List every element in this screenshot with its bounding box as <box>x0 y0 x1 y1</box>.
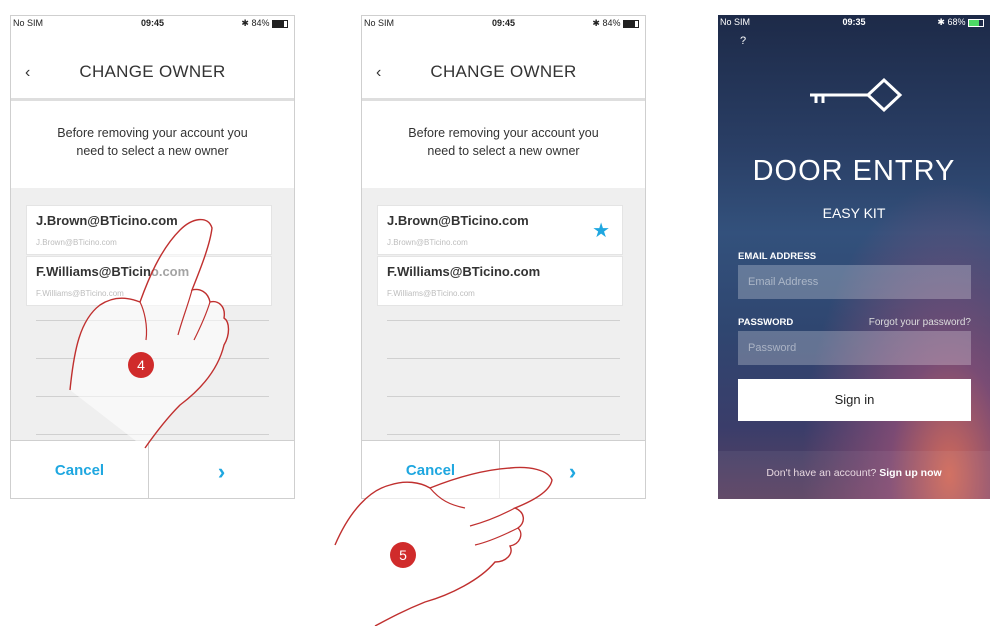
step-badge: 4 <box>128 352 154 378</box>
bluetooth-icon: ✱ <box>937 17 945 27</box>
instruction-message: Before removing your account you need to … <box>408 126 599 158</box>
page-title: CHANGE OWNER <box>430 62 577 81</box>
battery-icon <box>272 19 288 28</box>
empty-row-line <box>387 434 620 435</box>
account-email: J.Brown@BTicino.com <box>387 213 529 228</box>
password-label: PASSWORD <box>738 317 794 328</box>
status-bar: No SIM 09:45 ✱ 84% <box>11 16 294 30</box>
empty-row-line <box>387 320 620 321</box>
status-bar: No SIM 09:35 ✱ 68% <box>718 15 990 29</box>
battery-status: ✱ 84% <box>241 18 288 29</box>
account-email: F.Williams@BTicino.com <box>387 264 541 279</box>
header-divider <box>362 98 645 101</box>
help-button[interactable]: ? <box>740 35 746 47</box>
instruction-message: Before removing your account you need to … <box>57 126 248 158</box>
footer-text: Don't have an account? <box>766 467 877 479</box>
step-badge: 5 <box>390 542 416 568</box>
hand-tap-icon <box>334 466 553 626</box>
hand-tap-icon <box>69 218 230 449</box>
bluetooth-icon: ✱ <box>241 18 249 28</box>
app-title: DOOR ENTRY <box>752 155 956 187</box>
email-field[interactable] <box>738 265 971 299</box>
battery-status: ✱ 84% <box>592 18 639 29</box>
account-list: J.Brown@BTicino.com J.Brown@BTicino.com … <box>362 188 645 440</box>
battery-status: ✱ 68% <box>937 17 984 28</box>
password-field[interactable] <box>738 331 971 365</box>
account-subtitle: J.Brown@BTicino.com <box>387 238 468 247</box>
empty-row-line <box>387 358 620 359</box>
account-subtitle: F.Williams@BTicino.com <box>387 289 475 298</box>
phone-screen-step-5: No SIM 09:45 ✱ 84% ‹ CHANGE OWNER Before… <box>361 15 646 499</box>
page-title: CHANGE OWNER <box>79 62 226 81</box>
bluetooth-icon: ✱ <box>592 18 600 28</box>
empty-row-line <box>387 396 620 397</box>
app-subtitle: EASY KIT <box>822 205 886 221</box>
account-item-williams[interactable]: F.Williams@BTicino.com F.Williams@BTicin… <box>377 256 623 306</box>
sign-up-link[interactable]: Sign up now <box>879 467 941 479</box>
login-screen: No SIM 09:35 ✱ 68% ? DOOR ENTRY EASY KIT… <box>718 15 990 499</box>
battery-icon <box>968 18 984 27</box>
forgot-password-link[interactable]: Forgot your password? <box>869 317 971 328</box>
battery-icon <box>623 19 639 28</box>
sign-in-button[interactable]: Sign in <box>738 379 971 421</box>
header: ‹ CHANGE OWNER <box>11 46 294 98</box>
email-label: EMAIL ADDRESS <box>738 251 817 262</box>
signup-footer: Don't have an account? Sign up now <box>718 451 990 499</box>
account-item-brown[interactable]: J.Brown@BTicino.com J.Brown@BTicino.com … <box>377 205 623 255</box>
header-divider <box>11 98 294 101</box>
selected-star-icon: ★ <box>592 220 610 242</box>
status-bar: No SIM 09:45 ✱ 84% <box>362 16 645 30</box>
header: ‹ CHANGE OWNER <box>362 46 645 98</box>
key-logo-icon <box>806 75 906 115</box>
